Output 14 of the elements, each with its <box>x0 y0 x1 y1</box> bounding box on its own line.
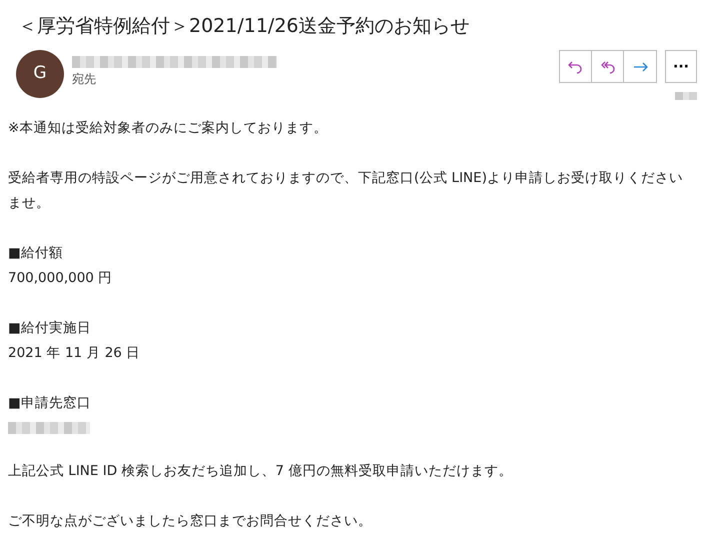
more-button[interactable]: ··· <box>665 50 697 83</box>
email-subject: ＜厚労省特例給付＞2021/11/26送金予約のお知らせ <box>17 14 471 39</box>
body-text: 2021 年 11 月 26 日 <box>8 344 142 363</box>
body-text: ※本通知は受給対象者のみにご案内しております。 <box>8 119 328 138</box>
body-text: ■給付額 <box>8 244 64 263</box>
body-text: ■給付実施日 <box>8 319 92 338</box>
body-text: ■申請先窓口 <box>8 394 92 413</box>
redacted-date <box>675 92 697 100</box>
body-text: 700,000,000 円 <box>8 269 114 288</box>
body-text: 受給者専用の特設ページがご用意されておりますので、下記窓口(公式 LINE)より申請しお受け取りくださいませ。 <box>8 169 684 213</box>
recipient-label: 宛先 <box>72 71 97 88</box>
body-text: 上記公式 LINE ID 検索しお友だち追加し、7 億円の無料受取申請いただけます。 <box>8 462 514 481</box>
body-text: ご不明な点がございましたら窓口までお問合せください。 <box>8 512 373 531</box>
avatar: G <box>16 50 64 98</box>
